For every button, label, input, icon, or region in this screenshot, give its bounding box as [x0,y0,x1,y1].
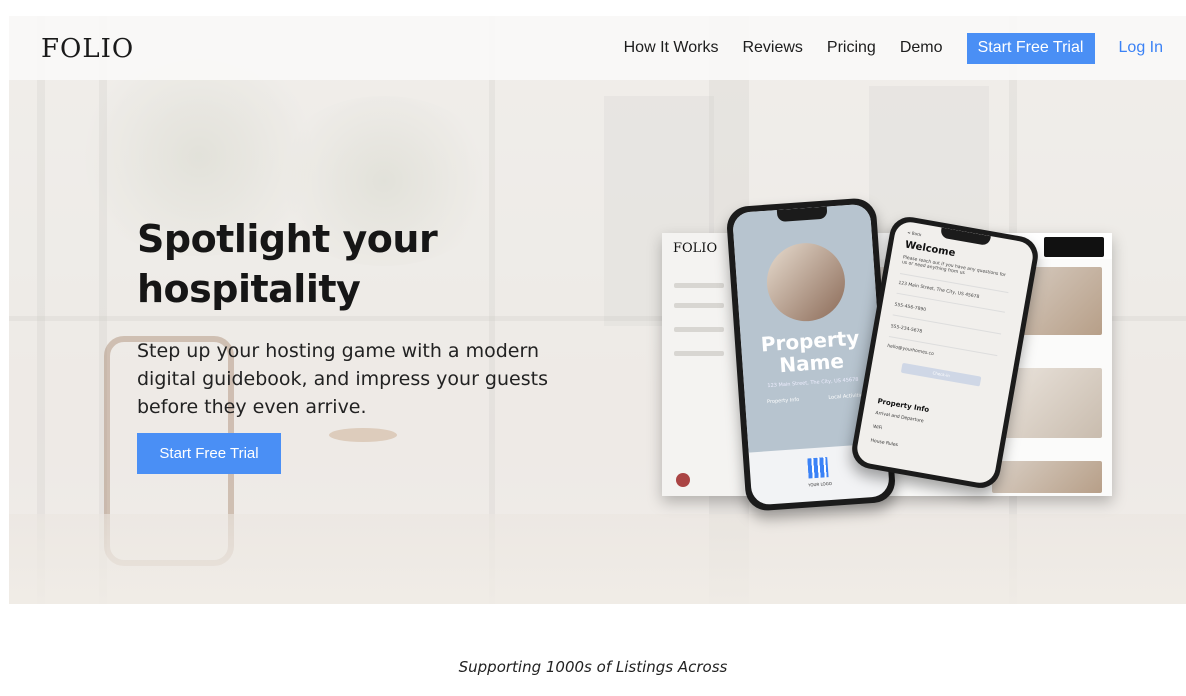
desktop-logo: FOLIO [673,241,718,256]
hero-subtext: Step up your hosting game with a modern … [137,340,548,418]
desktop-menu-item [674,283,724,288]
desktop-menu-item [674,351,724,356]
welcome-phone-1: 555-456-7890 [894,302,927,314]
nav-start-trial-button[interactable]: Start Free Trial [966,32,1095,64]
desktop-dark-button [1044,237,1104,257]
nav-link-demo[interactable]: Demo [900,39,943,57]
page: FOLIO How It Works Reviews Pricing Demo … [0,0,1186,696]
desktop-menu-item [674,327,724,332]
welcome-address: 123 Main Street, The City, US 45678 [897,280,980,301]
side-table [329,428,397,442]
qr-code-icon [807,457,829,479]
logo[interactable]: FOLIO [41,34,134,64]
back-link: < Back [906,229,922,238]
welcome-phone-2: 555-234-5678 [890,324,923,335]
info-item-arrival: Arrival and Departure [874,410,924,425]
info-item-house-rules: House Rules [870,438,899,449]
floor [9,514,1186,604]
nav-links: How It Works Reviews Pricing Demo Start … [624,16,1186,80]
info-item-wifi: WiFi [872,424,883,432]
hero-headline: Spotlight your hospitality [137,217,438,311]
desktop-menu-item [674,303,724,308]
checkin-button: Check-in [900,362,982,387]
qr-label: YOUR LOGO [808,480,833,488]
supporting-tagline: Supporting 1000s of Listings Across [458,658,728,676]
phone-notch [939,227,991,247]
welcome-intro: Please reach out if you have any questio… [901,255,1007,279]
login-link[interactable]: Log In [1119,39,1163,57]
photo-tile [992,461,1102,493]
hero-start-trial-button[interactable]: Start Free Trial [137,433,281,474]
avatar [676,473,690,487]
nav-link-reviews[interactable]: Reviews [742,39,802,57]
nav-link-pricing[interactable]: Pricing [827,39,876,57]
top-nav: FOLIO How It Works Reviews Pricing Demo … [9,16,1186,80]
nav-link-how-it-works[interactable]: How It Works [624,39,719,57]
